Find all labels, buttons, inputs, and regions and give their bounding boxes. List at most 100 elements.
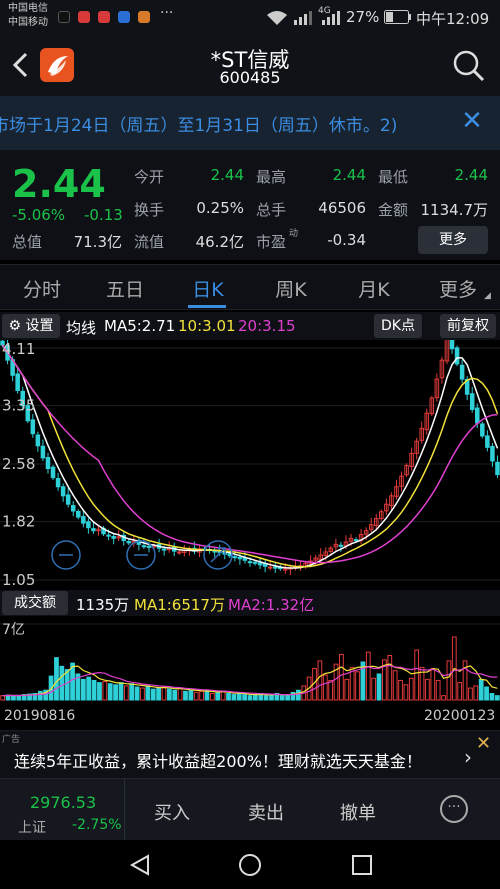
more-button[interactable]: 更多 — [418, 226, 488, 254]
volume-bar — [129, 683, 135, 701]
volume-bar — [226, 692, 231, 701]
amount-label: 金额 — [378, 201, 409, 219]
volume-bar — [371, 677, 377, 701]
candle-body — [449, 340, 455, 350]
system-nav-bar — [0, 840, 500, 889]
more-options-icon[interactable]: ··· — [440, 795, 468, 823]
y-tick-label: 4.11 — [2, 340, 35, 358]
volume-indicator-button[interactable]: 成交额 — [2, 591, 68, 615]
volume-bar — [134, 686, 140, 701]
ma10-value: 10:3.01 — [178, 317, 236, 335]
tab-monthly-k[interactable]: 月K — [334, 275, 414, 302]
volume-bar — [193, 691, 199, 701]
volume-bar — [97, 682, 102, 701]
volume-bar — [209, 692, 215, 701]
volume-bar — [183, 690, 188, 701]
candle-body — [454, 347, 460, 365]
turnover-label: 换手 — [134, 201, 165, 219]
search-icon[interactable] — [452, 49, 486, 83]
index-name: 上证 — [18, 820, 46, 836]
volume-bar — [328, 679, 334, 701]
volume-chart[interactable]: 7亿 — [0, 616, 500, 702]
kline-chart[interactable]: 4.11 3.35 2.58 1.82 1.05 — [0, 340, 500, 592]
y-tick-label: 1.05 — [2, 571, 35, 589]
buy-button[interactable]: 买入 — [132, 799, 212, 825]
volume-bar — [16, 694, 22, 701]
recents-nav-icon[interactable] — [350, 853, 374, 877]
back-nav-icon[interactable] — [128, 853, 152, 877]
volume-bar — [296, 689, 301, 701]
volume-bar — [435, 679, 441, 701]
change-percent: -5.06% — [12, 206, 66, 224]
tab-weekly-k[interactable]: 周K — [251, 275, 331, 302]
candle-body — [161, 548, 167, 551]
volume-bar — [188, 689, 194, 701]
volume-bar — [408, 677, 414, 701]
adjust-button[interactable]: 前复权 — [440, 314, 496, 338]
volume-bar — [430, 668, 436, 701]
candle-body — [237, 556, 243, 560]
amount-value: 1134.7万 — [420, 201, 489, 219]
home-nav-icon[interactable] — [238, 853, 262, 877]
settings-button[interactable]: ⚙ 设置 — [2, 314, 60, 338]
low-label: 最低 — [378, 168, 409, 186]
volume-bar — [161, 686, 167, 701]
ad-banner[interactable]: 广告 连续5年正收益，累计收益超200%！理财就选天天基金！ ✕ › — [0, 730, 500, 778]
volume-bar — [118, 682, 124, 701]
sell-button[interactable]: 卖出 — [226, 799, 306, 825]
candle-body — [141, 545, 147, 548]
carrier-1: 中国电信 — [8, 3, 48, 14]
candle-body — [30, 419, 36, 435]
y-tick-label: 2.58 — [2, 455, 35, 473]
market-notice[interactable]: 市场于1月24日（周五）至1月31日（周五）休市。2) ✕ — [0, 96, 500, 150]
x-axis-dates: 20190816 20200123 — [0, 706, 500, 728]
total-value-label: 总值 — [12, 233, 43, 251]
ad-tag: 广告 — [2, 735, 21, 745]
close-icon[interactable]: ✕ — [458, 107, 486, 135]
open-label: 今开 — [134, 168, 165, 186]
more-notifications-icon: ··· — [160, 5, 174, 21]
ma-label: 均线 — [66, 319, 97, 337]
dk-button[interactable]: DK点 — [374, 314, 422, 338]
volume-bar — [478, 678, 484, 701]
signal-icon — [294, 11, 312, 25]
status-bar: 中国电信 中国移动 ··· 4G 27% 中午12:09 — [0, 0, 500, 34]
tiktok-icon — [58, 11, 70, 23]
volume-bar — [489, 692, 495, 701]
candle-body — [338, 544, 344, 547]
candle-body — [55, 478, 61, 488]
volume-bar — [0, 695, 6, 701]
ma20-value: 20:3.15 — [238, 317, 296, 335]
volume-bar — [102, 681, 108, 701]
volume-amount: 1135万 — [76, 596, 130, 614]
notice-text: 市场于1月24日（周五）至1月31日（周五）休市。2) — [0, 116, 398, 136]
signal-icon — [322, 11, 340, 25]
pe-sup: 动 — [289, 229, 299, 239]
tab-intraday[interactable]: 分时 — [2, 275, 82, 302]
tab-five-day[interactable]: 五日 — [85, 275, 165, 302]
volume-bar — [365, 651, 371, 701]
y-tick-label: 1.82 — [2, 513, 35, 531]
volume-label: 总手 — [256, 201, 287, 219]
close-icon[interactable]: ✕ — [476, 733, 491, 754]
tab-daily-k[interactable]: 日K — [168, 275, 248, 302]
index-value[interactable]: 2976.53 — [30, 793, 96, 812]
chevron-right-icon[interactable]: › — [464, 745, 472, 769]
gear-icon: ⚙ — [8, 318, 22, 334]
ma-legend-bar: ⚙ 设置 均线 MA5:2.71 10:3.01 20:3.15 DK点 前复权 — [0, 312, 500, 340]
volume-bar — [140, 687, 145, 701]
date-start: 20190816 — [4, 708, 76, 724]
candle-body — [106, 534, 111, 537]
low-value: 2.44 — [454, 166, 488, 184]
header: *ST信威 600485 — [0, 34, 500, 96]
volume-bar — [339, 653, 344, 701]
cancel-order-button[interactable]: 撤单 — [318, 799, 398, 825]
weibo-icon — [138, 11, 150, 23]
volume-ma1: MA1:6517万 — [134, 596, 225, 614]
candle-body — [257, 562, 263, 566]
trade-bar: 2976.53 上证 -2.75% 买入 卖出 撤单 ··· — [0, 778, 500, 841]
index-change: -2.75% — [72, 817, 122, 833]
candle-body — [91, 528, 96, 532]
volume-bar — [484, 686, 489, 701]
volume-bar — [231, 694, 237, 701]
